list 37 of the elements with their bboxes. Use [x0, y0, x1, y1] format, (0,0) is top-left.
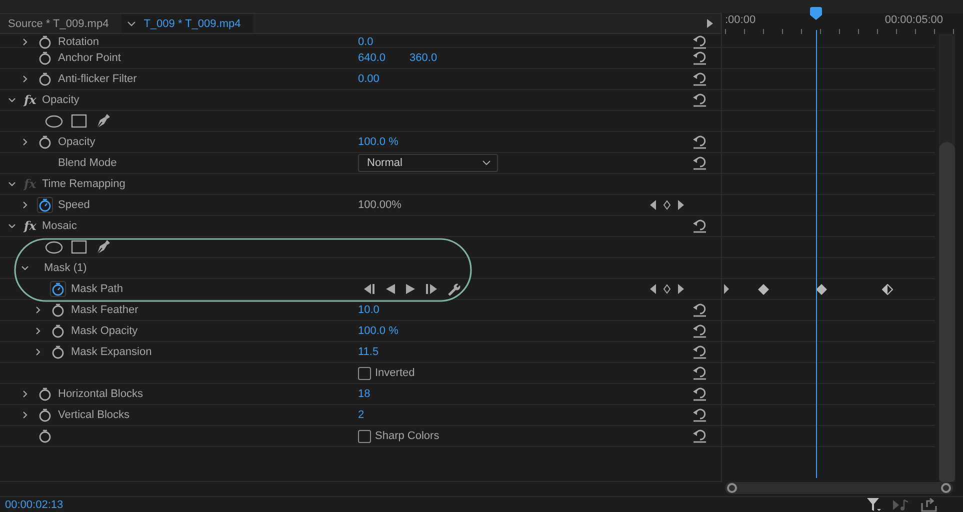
effect-name: Time Remapping — [42, 178, 126, 190]
property-name: Opacity — [58, 136, 96, 148]
panel-tab[interactable]: Source * T_009.mp4 — [2, 14, 121, 33]
blend-mode-dropdown[interactable]: Normal — [358, 154, 498, 172]
property-value[interactable]: 0.00 — [358, 73, 380, 85]
property-name: Rotation — [58, 36, 99, 48]
property-name: Blend Mode — [58, 157, 117, 169]
property-value[interactable]: 640.0 — [358, 52, 386, 64]
property-value[interactable]: 360.0 — [410, 52, 438, 64]
property-name: Speed — [58, 199, 90, 211]
timecode[interactable]: 00:00:02:13 — [5, 498, 64, 510]
property-name: Anchor Point — [58, 52, 121, 64]
fx-toggle[interactable]: fx — [24, 219, 36, 233]
property-value[interactable]: 100.0 % — [358, 325, 398, 337]
property-value[interactable]: 0.0 — [358, 36, 374, 48]
property-value[interactable]: 11.5 — [358, 346, 379, 358]
property-name: Mask Opacity — [71, 325, 138, 337]
property-value[interactable]: 2 — [358, 409, 364, 421]
property-name: Anti-flicker Filter — [58, 73, 137, 85]
ruler-time-label: :00:00 — [725, 14, 756, 26]
effect-name: Opacity — [42, 94, 80, 106]
property-value[interactable]: 18 — [358, 388, 370, 400]
property-value: 100.00% — [358, 199, 402, 211]
ruler-time-label: 00:00:05:00 — [884, 14, 943, 26]
property-name: Mask Expansion — [71, 346, 152, 358]
fx-toggle[interactable]: fx — [24, 93, 36, 107]
property-name: Mask Feather — [71, 304, 138, 316]
property-value[interactable]: 100.0 % — [358, 136, 398, 148]
mask-name: Mask (1) — [44, 262, 87, 274]
property-name: Vertical Blocks — [58, 409, 130, 421]
property-value[interactable]: 10.0 — [358, 304, 380, 316]
property-name: Mask Path — [71, 283, 123, 295]
checkbox-label: Sharp Colors — [375, 430, 440, 442]
effect-name: Mosaic — [42, 220, 77, 232]
property-name: Horizontal Blocks — [58, 388, 143, 400]
panel-tab[interactable]: T_009 * T_009.mp4 — [120, 14, 253, 33]
checkbox-label: Inverted — [375, 367, 415, 379]
